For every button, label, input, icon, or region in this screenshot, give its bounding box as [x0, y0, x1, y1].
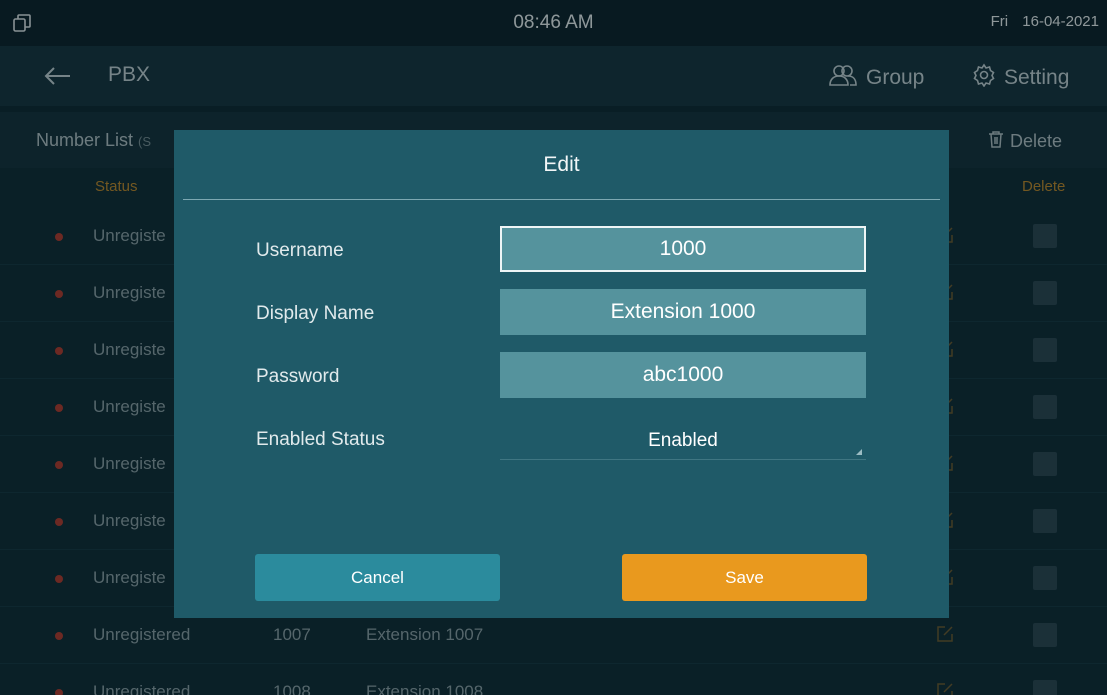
display-name-field[interactable]: Extension 1000: [500, 289, 866, 335]
display-name-label: Display Name: [256, 303, 375, 324]
dialog-title: Edit: [543, 153, 580, 176]
dropdown-triangle-icon: [856, 449, 862, 455]
password-label: Password: [256, 366, 340, 387]
save-button[interactable]: Save: [622, 554, 867, 601]
username-label: Username: [256, 240, 344, 261]
cancel-button[interactable]: Cancel: [255, 554, 500, 601]
dialog-divider: [183, 199, 940, 200]
enabled-status-label: Enabled Status: [256, 429, 385, 450]
username-field[interactable]: 1000: [500, 226, 866, 272]
edit-dialog: Edit Username 1000 Display Name Extensio…: [174, 130, 949, 618]
enabled-status-value: Enabled: [648, 430, 718, 451]
enabled-status-select[interactable]: Enabled: [500, 424, 866, 460]
password-field[interactable]: abc1000: [500, 352, 866, 398]
